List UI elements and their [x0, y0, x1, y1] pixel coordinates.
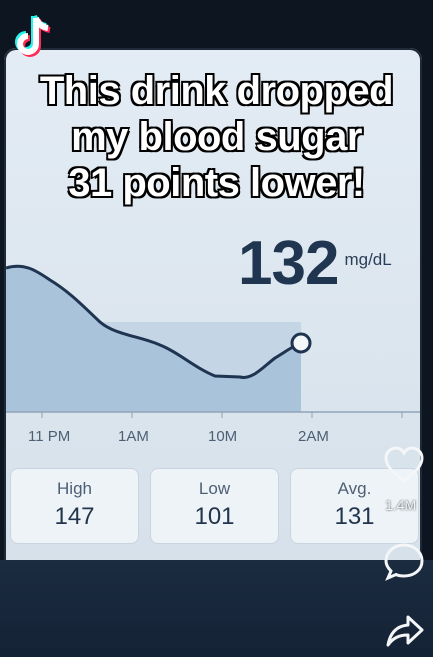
stat-value: 101: [194, 503, 235, 530]
current-reading: 132 mg/dL: [238, 232, 392, 296]
like-count: 1.4M: [385, 497, 417, 513]
reading-unit: mg/dL: [344, 250, 392, 269]
share-icon[interactable]: [385, 614, 425, 648]
x-tick-label: 11 PM: [28, 428, 71, 445]
x-tick-label: 10M: [208, 428, 238, 445]
stat-label: Low: [198, 479, 231, 498]
caption-line: 31 points lower!: [67, 160, 366, 206]
video-caption: This drink dropped my blood sugar 31 poi…: [0, 68, 433, 206]
tiktok-logo-icon: [15, 14, 51, 57]
x-tick-label: 2AM: [298, 428, 329, 445]
heart-icon[interactable]: [383, 446, 425, 484]
x-tick-label: 1AM: [118, 428, 149, 445]
stat-card-low: Low 101: [150, 468, 279, 544]
reading-value: 132: [238, 229, 339, 298]
stat-value: 147: [54, 503, 95, 530]
stat-card-high: High 147: [10, 468, 139, 544]
comment-icon[interactable]: [383, 542, 425, 582]
stat-label: High: [57, 479, 92, 498]
current-reading-dot: [290, 332, 312, 354]
caption-line: my blood sugar: [70, 114, 363, 160]
caption-line: This drink dropped: [39, 68, 395, 114]
